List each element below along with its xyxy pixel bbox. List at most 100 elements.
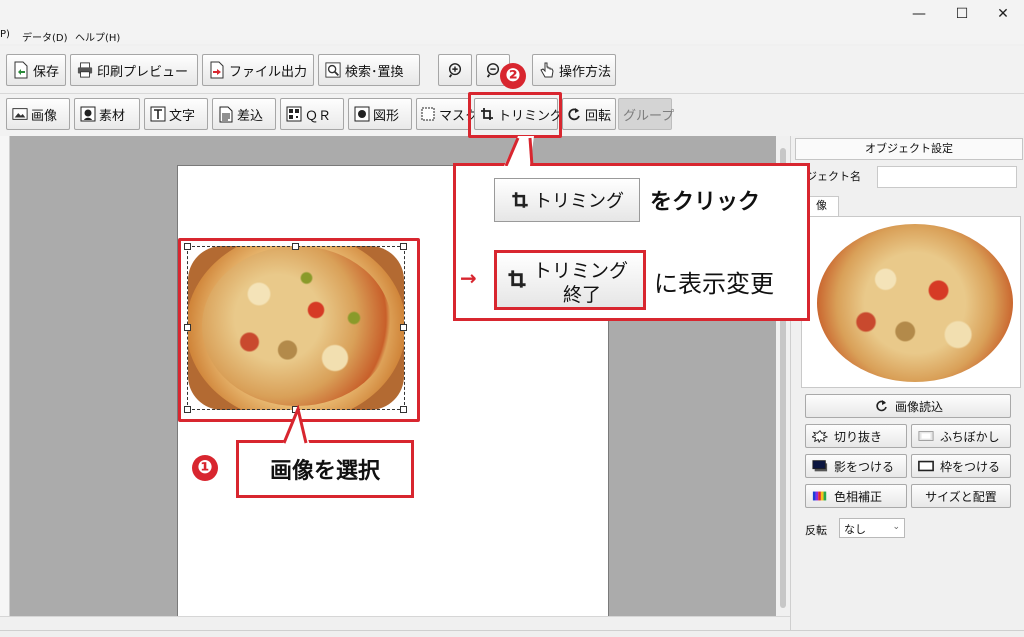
merge-tool-label: 差込 bbox=[237, 108, 264, 124]
maximize-button[interactable]: ☐ bbox=[947, 4, 977, 24]
shape-tool-button[interactable]: 図形 bbox=[348, 98, 412, 130]
rotate-icon bbox=[566, 105, 582, 123]
click-instruction: をクリック bbox=[650, 190, 761, 215]
menu-item-data[interactable]: データ(D) bbox=[22, 29, 68, 44]
step1-callout: 画像を選択 bbox=[236, 440, 414, 498]
search-replace-label: 検索･置換 bbox=[345, 64, 404, 80]
minimize-button[interactable]: — bbox=[904, 4, 934, 24]
save-file-icon bbox=[13, 61, 29, 79]
crop-icon bbox=[507, 269, 527, 289]
hand-pointer-icon bbox=[539, 61, 555, 79]
material-icon bbox=[80, 105, 96, 123]
trimming-end-button-sample: トリミング 終了 bbox=[494, 250, 646, 310]
trimming-end-line2: 終了 bbox=[563, 284, 602, 306]
color-correction-button[interactable]: 色相補正 bbox=[805, 484, 907, 508]
color-bars-icon bbox=[812, 487, 828, 505]
object-name-input[interactable] bbox=[877, 166, 1017, 188]
trimming-end-line1: トリミング bbox=[533, 260, 629, 282]
step2-pointer bbox=[504, 136, 534, 166]
printer-icon bbox=[77, 61, 93, 79]
search-replace-icon bbox=[325, 61, 341, 79]
cutout-label: 切り抜き bbox=[834, 429, 883, 444]
zoom-out-icon bbox=[485, 61, 501, 79]
cutout-button[interactable]: 切り抜き bbox=[805, 424, 907, 448]
material-tool-button[interactable]: 素材 bbox=[74, 98, 140, 130]
shape-icon bbox=[354, 105, 370, 123]
shadow-button[interactable]: 影をつける bbox=[805, 454, 907, 478]
qr-tool-button[interactable]: ＱＲ bbox=[280, 98, 344, 130]
zoom-in-button[interactable] bbox=[438, 54, 472, 86]
step2-badge: ❷ bbox=[500, 63, 526, 89]
frame-button[interactable]: 枠をつける bbox=[911, 454, 1011, 478]
blur-frame-icon bbox=[918, 427, 934, 445]
shadow-label: 影をつける bbox=[834, 459, 895, 474]
rotate-tool-label: 回転 bbox=[585, 108, 612, 124]
step1-text: 画像を選択 bbox=[269, 459, 380, 484]
horizontal-scrollbar[interactable] bbox=[0, 616, 790, 630]
blur-border-button[interactable]: ふちぼかし bbox=[911, 424, 1011, 448]
print-preview-button[interactable]: 印刷プレビュー bbox=[70, 54, 198, 86]
export-file-icon bbox=[209, 61, 225, 79]
image-preview bbox=[817, 224, 1013, 382]
step2-callout: トリミング をクリック → トリミング 終了 に表示変更 bbox=[453, 163, 810, 321]
text-tool-label: 文字 bbox=[169, 108, 196, 124]
image-tool-label: 画像 bbox=[31, 108, 58, 124]
merge-tool-button[interactable]: 差込 bbox=[212, 98, 276, 130]
file-export-button[interactable]: ファイル出力 bbox=[202, 54, 314, 86]
zoom-in-icon bbox=[447, 61, 463, 79]
size-position-button[interactable]: サイズと配置 bbox=[911, 484, 1011, 508]
color-correction-label: 色相補正 bbox=[834, 489, 883, 504]
blur-border-label: ふちぼかし bbox=[940, 429, 1000, 444]
shape-tool-label: 図形 bbox=[373, 108, 400, 124]
step1-badge: ❶ bbox=[192, 455, 218, 481]
mask-icon bbox=[420, 105, 436, 123]
chevron-down-icon: ⌄ bbox=[892, 522, 900, 532]
group-tool-button[interactable]: グループ bbox=[618, 98, 675, 130]
menu-item-prev[interactable]: P) bbox=[0, 29, 10, 40]
title-bar: — ☐ ✕ bbox=[0, 0, 1024, 28]
frame-icon bbox=[918, 457, 934, 475]
print-preview-label: 印刷プレビュー bbox=[97, 64, 189, 80]
frame-label: 枠をつける bbox=[940, 459, 1001, 474]
text-icon bbox=[150, 105, 166, 123]
rotation-select[interactable]: なし ⌄ bbox=[839, 518, 905, 538]
material-tool-label: 素材 bbox=[99, 108, 126, 124]
image-tool-button[interactable]: 画像 bbox=[6, 98, 70, 130]
menu-bar: P) データ(D) ヘルプ(H) bbox=[0, 28, 1024, 44]
starburst-icon bbox=[812, 427, 828, 445]
qr-tool-label: ＱＲ bbox=[305, 108, 332, 124]
text-tool-button[interactable]: 文字 bbox=[144, 98, 208, 130]
change-instruction: に表示変更 bbox=[654, 270, 774, 298]
size-position-label: サイズと配置 bbox=[925, 489, 997, 504]
document-icon bbox=[218, 105, 234, 123]
reload-icon bbox=[873, 397, 889, 415]
howto-label: 操作方法 bbox=[559, 64, 612, 80]
left-strip bbox=[0, 136, 10, 616]
search-replace-button[interactable]: 検索･置換 bbox=[318, 54, 420, 86]
howto-button[interactable]: 操作方法 bbox=[532, 54, 616, 86]
image-icon bbox=[12, 105, 28, 123]
load-image-button[interactable]: 画像読込 bbox=[805, 394, 1011, 418]
arrow-right-icon: → bbox=[460, 266, 477, 290]
shadow-icon bbox=[812, 457, 828, 475]
object-settings-panel: オブジェクト設定 ブジェクト名 像 画像読込 切り抜き ふちぼかし 影をつける … bbox=[790, 136, 1024, 630]
load-image-label: 画像読込 bbox=[894, 399, 943, 414]
group-tool-label: グループ bbox=[623, 108, 675, 124]
trimming-button-sample: トリミング bbox=[494, 178, 640, 222]
step1-pointer bbox=[282, 405, 310, 445]
crop-icon bbox=[510, 190, 530, 210]
status-bar bbox=[0, 630, 1024, 637]
mask-tool-button[interactable]: マスク bbox=[416, 98, 478, 130]
file-export-label: ファイル出力 bbox=[229, 64, 308, 80]
rotation-select-value: なし bbox=[844, 523, 866, 536]
trimming-highlight bbox=[468, 92, 562, 138]
rotation-label: 反転 bbox=[805, 524, 827, 537]
panel-header: オブジェクト設定 bbox=[795, 138, 1023, 160]
save-button[interactable]: 保存 bbox=[6, 54, 66, 86]
rotate-tool-button[interactable]: 回転 bbox=[562, 98, 616, 130]
menu-item-help[interactable]: ヘルプ(H) bbox=[75, 29, 120, 44]
save-label: 保存 bbox=[33, 64, 60, 80]
close-button[interactable]: ✕ bbox=[988, 4, 1018, 24]
trimming-sample-label: トリミング bbox=[534, 191, 624, 212]
image-highlight bbox=[178, 238, 420, 422]
